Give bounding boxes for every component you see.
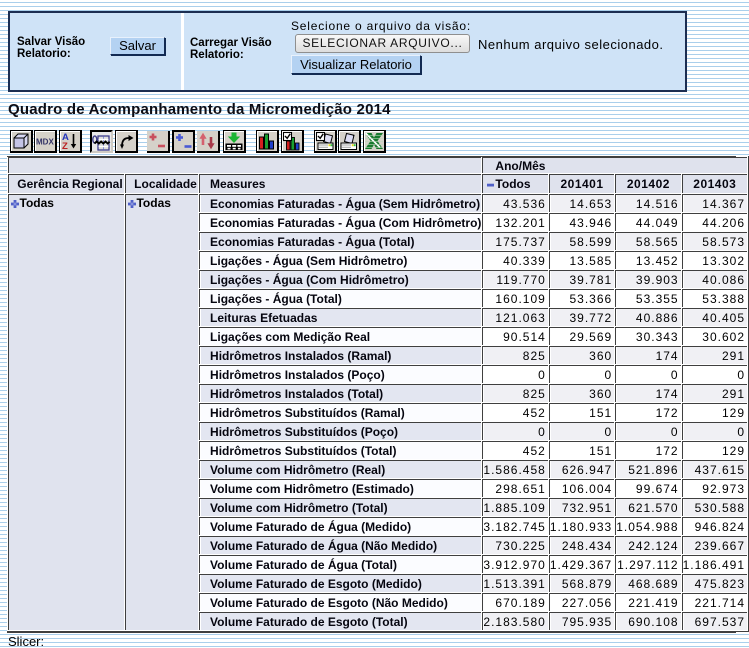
svg-text:Z: Z	[62, 141, 68, 151]
svg-text:MDX: MDX	[36, 138, 54, 147]
